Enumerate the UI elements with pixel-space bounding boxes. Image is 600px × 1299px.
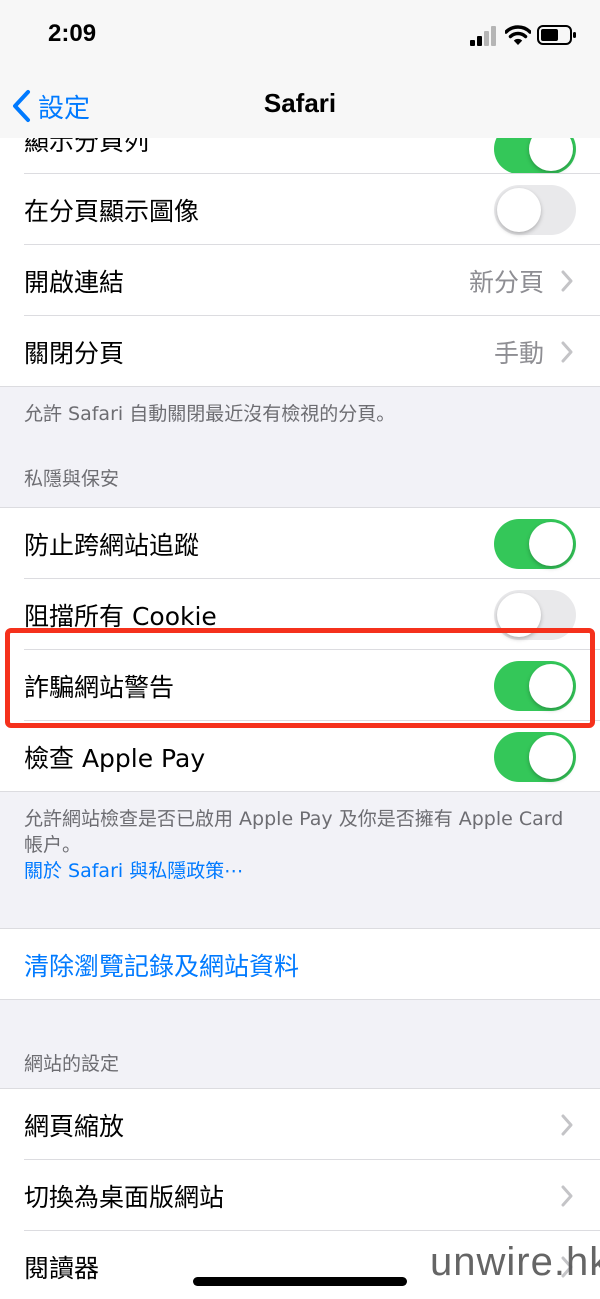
privacy-footer-text: 允許網站檢查是否已啟用 Apple Pay 及你是否擁有 Apple Card … (24, 808, 564, 856)
cell-request-desktop-website[interactable]: 切換為桌面版網站 (0, 1160, 600, 1231)
chevron-right-icon (561, 341, 573, 362)
cell-label: 開啟連結 (24, 267, 125, 297)
cell-close-tabs[interactable]: 關閉分頁 手動 (0, 316, 600, 387)
cell-label: 防止跨網站追蹤 (24, 530, 200, 560)
cell-prevent-cross-site-tracking[interactable]: 防止跨網站追蹤 (0, 508, 600, 579)
cell-show-tab-bar[interactable]: 顯示分頁列 (0, 138, 600, 174)
toggle-show-tab-bar[interactable] (494, 138, 576, 174)
safari-settings-screen: 2:09 設定 Safari 顯示分頁列 在分頁顯示圖像 開啟連結 新分頁 關閉… (0, 0, 600, 1299)
battery-icon (537, 25, 576, 45)
watermark: unwire.hk (430, 1240, 600, 1284)
toggle-knob (529, 521, 573, 566)
cell-label: 顯示分頁列 (24, 138, 150, 156)
cell-show-icons-in-tabs[interactable]: 在分頁顯示圖像 (0, 174, 600, 245)
toggle-knob (529, 138, 573, 171)
chevron-right-icon (561, 1114, 573, 1135)
cell-page-zoom[interactable]: 網頁縮放 (0, 1089, 600, 1160)
cell-fraudulent-website-warning[interactable]: 詐騙網站警告 (0, 650, 600, 721)
cell-label: 詐騙網站警告 (24, 672, 175, 702)
toggle-knob (497, 187, 541, 232)
privacy-footer-note: 允許網站檢查是否已啟用 Apple Pay 及你是否擁有 Apple Card … (0, 792, 600, 884)
page-title: Safari (263, 88, 337, 118)
status-time: 2:09 (48, 20, 97, 47)
privacy-policy-link[interactable]: 關於 Safari 與私隱政策⋯ (24, 858, 576, 884)
toggle-prevent-cross-site-tracking[interactable] (494, 518, 576, 569)
cell-block-all-cookies[interactable]: 阻擋所有 Cookie (0, 579, 600, 650)
cell-value: 新分頁 (468, 267, 544, 297)
toggle-show-icons-in-tabs[interactable] (494, 184, 576, 235)
cell-check-apple-pay[interactable]: 檢查 Apple Pay (0, 721, 600, 792)
tabs-footer-note: 允許 Safari 自動關閉最近沒有檢視的分頁。 (24, 403, 396, 425)
cell-label: 阻擋所有 Cookie (24, 601, 217, 631)
chevron-right-icon (561, 270, 573, 291)
cell-label: 關閉分頁 (24, 338, 125, 368)
website-settings-header: 網站的設定 (24, 1053, 120, 1075)
cell-label: 切換為桌面版網站 (24, 1182, 225, 1212)
status-bar: 2:09 (0, 0, 600, 72)
clear-history-label: 清除瀏覽記錄及網站資料 (24, 951, 300, 981)
privacy-section-header: 私隱與保安 (24, 468, 120, 490)
cell-label: 在分頁顯示圖像 (24, 196, 200, 226)
toggle-block-all-cookies[interactable] (494, 589, 576, 640)
wifi-icon (505, 25, 531, 45)
cell-value: 手動 (493, 338, 544, 368)
cell-label: 閱讀器 (24, 1253, 100, 1283)
cell-label: 網頁縮放 (24, 1111, 125, 1141)
toggle-knob (529, 734, 573, 779)
clear-history-button[interactable]: 清除瀏覽記錄及網站資料 (0, 929, 600, 1000)
toggle-knob (497, 592, 541, 637)
cell-label: 檢查 Apple Pay (24, 743, 206, 773)
navigation-bar: 設定 Safari (0, 72, 600, 138)
toggle-knob (529, 663, 573, 708)
home-indicator (193, 1277, 407, 1286)
settings-content: 顯示分頁列 在分頁顯示圖像 開啟連結 新分頁 關閉分頁 手動 允許 Safari… (0, 138, 600, 1299)
cell-open-links[interactable]: 開啟連結 新分頁 (0, 245, 600, 316)
cellular-signal-icon (470, 26, 496, 46)
toggle-check-apple-pay[interactable] (494, 731, 576, 782)
toggle-fraudulent-website-warning[interactable] (494, 660, 576, 711)
chevron-right-icon (561, 1185, 573, 1206)
